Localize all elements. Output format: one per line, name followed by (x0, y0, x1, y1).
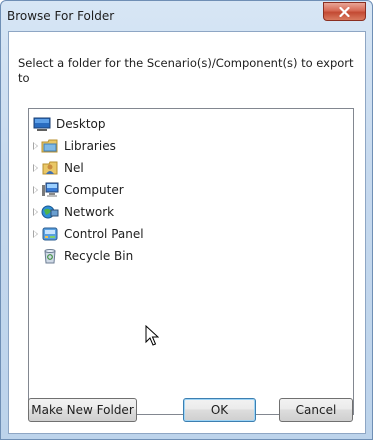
tree-item-recycle-bin[interactable]: Recycle Bin (41, 245, 133, 267)
make-new-folder-button[interactable]: Make New Folder (28, 398, 137, 422)
network-icon (41, 204, 59, 220)
cancel-button[interactable]: Cancel (279, 398, 353, 422)
tree-item-network[interactable]: Network (31, 201, 114, 223)
dialog-body: Select a folder for the Scenario(s)/Comp… (8, 31, 366, 434)
folder-tree[interactable]: Desktop Libraries Nel Computer Network C… (28, 108, 354, 415)
tree-item-label: Libraries (64, 139, 116, 153)
tree-item-label: Nel (64, 161, 84, 175)
tree-item-desktop[interactable]: Desktop (33, 113, 106, 135)
tree-item-label: Recycle Bin (64, 249, 134, 263)
expand-arrow-icon[interactable] (31, 179, 41, 201)
tree-item-nel[interactable]: Nel (31, 157, 84, 179)
tree-item-label: Desktop (56, 117, 106, 131)
expand-arrow-icon[interactable] (31, 223, 41, 245)
close-button[interactable] (323, 2, 366, 21)
tree-item-control-panel[interactable]: Control Panel (31, 223, 144, 245)
tree-item-label: Computer (64, 183, 124, 197)
mouse-cursor-icon (145, 325, 159, 346)
desktop-icon (33, 116, 51, 132)
recycle-bin-icon (41, 248, 59, 264)
dialog-window: Browse For Folder Select a folder for th… (0, 0, 373, 440)
tree-item-label: Control Panel (64, 227, 144, 241)
instruction-text: Select a folder for the Scenario(s)/Comp… (18, 56, 354, 85)
control-panel-icon (41, 226, 59, 242)
user-folder-icon (41, 160, 59, 176)
expand-arrow-icon[interactable] (31, 201, 41, 223)
close-icon (339, 6, 350, 17)
ok-button[interactable]: OK (183, 398, 256, 422)
tree-item-libraries[interactable]: Libraries (31, 135, 116, 157)
libraries-folder-icon (41, 138, 59, 154)
expand-arrow-icon[interactable] (31, 157, 41, 179)
title-bar[interactable]: Browse For Folder (1, 1, 372, 31)
tree-item-computer[interactable]: Computer (31, 179, 124, 201)
tree-item-label: Network (64, 205, 115, 219)
window-title: Browse For Folder (7, 9, 115, 23)
computer-icon (41, 182, 59, 198)
expand-arrow-icon[interactable] (31, 135, 41, 157)
